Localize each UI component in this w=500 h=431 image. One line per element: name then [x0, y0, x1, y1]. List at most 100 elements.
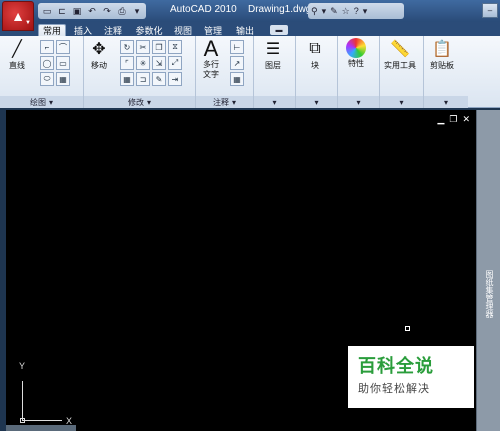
chevron-down-icon: ▾ — [314, 97, 319, 107]
circle-icon[interactable]: ◯ — [40, 56, 54, 70]
block-icon: ⧉ — [309, 40, 321, 57]
star-icon[interactable]: ☆ — [342, 6, 350, 17]
drawing-window-controls: ▁ ❐ ✕ — [437, 114, 470, 125]
sheet-set-label: 图纸集管理器 — [485, 270, 494, 318]
modify-tools: ↻ ✂ ❐ ⧖ ⌜ ✳ ⇲ ⤢ ▦ ⊐ ✎ ⇥ — [120, 40, 182, 86]
layers-label: 图层 — [265, 61, 281, 70]
close-icon[interactable]: ✕ — [462, 114, 470, 125]
mtext-button[interactable]: A 多行 文字 — [200, 36, 222, 80]
draw-panel-label: 绘图 — [29, 97, 46, 107]
properties-label: 特性 — [348, 59, 364, 68]
line-label: 直线 — [9, 61, 25, 70]
mtext-icon: A — [203, 36, 219, 61]
print-icon[interactable]: ⎙ — [116, 5, 128, 17]
minimize-icon[interactable]: – — [482, 3, 498, 18]
array-icon[interactable]: ▦ — [120, 72, 134, 86]
scale-icon[interactable]: ⤢ — [168, 56, 182, 70]
annotation-panel-title[interactable]: 注释 ▾ — [196, 96, 253, 108]
annotation-panel-label: 注释 — [212, 97, 229, 107]
open-icon[interactable]: ⊏ — [56, 5, 68, 17]
utilities-dropdown[interactable]: ▾ — [380, 96, 423, 108]
line-button[interactable]: ╱ 直线 — [6, 38, 28, 71]
copy-icon[interactable]: ❐ — [152, 40, 166, 54]
tab-view[interactable]: 视图 — [170, 24, 196, 36]
chevron-down-icon[interactable]: ▾ — [322, 6, 327, 17]
properties-button[interactable]: 特性 — [346, 38, 366, 69]
properties-panel: 特性 ▾ — [338, 36, 380, 108]
chevron-down-icon: ▾ — [146, 97, 151, 107]
rotate-icon[interactable]: ↻ — [120, 40, 134, 54]
pickbox-cursor — [405, 326, 410, 331]
tab-insert[interactable]: 插入 — [70, 24, 96, 36]
redo-icon[interactable]: ↷ — [101, 5, 113, 17]
extend-icon[interactable]: ⇥ — [168, 72, 182, 86]
clipboard-button[interactable]: 📋 剪贴板 — [430, 38, 454, 71]
tab-home[interactable]: 常用 — [38, 24, 66, 36]
ucs-icon: Y X — [14, 361, 72, 426]
clipboard-dropdown[interactable]: ▾ — [424, 96, 468, 108]
tab-manage[interactable]: 管理 — [200, 24, 226, 36]
title-bar: ▲ ▼ ▭ ⊏ ▣ ↶ ↷ ⎙ ▾ AutoCAD 2010 Drawing1.… — [0, 0, 500, 31]
minimize-ribbon-button[interactable]: ▬ — [270, 25, 288, 35]
ellipse-icon[interactable]: ⬭ — [40, 72, 54, 86]
minimize-icon[interactable]: ▁ — [437, 114, 444, 125]
chevron-down-icon[interactable]: ▾ — [363, 6, 368, 17]
annotation-panel: A 多行 文字 ⊢ ↗ ▦ 注释 ▾ — [196, 36, 254, 108]
utilities-label: 实用工具 — [384, 61, 416, 70]
watermark: 百科全说 助你轻松解决 — [348, 346, 474, 408]
draw-tools: ⌐ ⌒ ◯ ▭ ⬭ ▦ — [40, 40, 70, 86]
modify-panel-label: 修改 — [127, 97, 144, 107]
undo-icon[interactable]: ↶ — [86, 5, 98, 17]
modify-panel: ✥ 移动 ↻ ✂ ❐ ⧖ ⌜ ✳ ⇲ ⤢ ▦ ⊐ ✎ ⇥ 修改 ▾ — [84, 36, 196, 108]
clipboard-icon: 📋 — [432, 41, 452, 58]
ucs-y-label: Y — [19, 361, 26, 371]
hatch-icon[interactable]: ▦ — [56, 72, 70, 86]
tools-icon[interactable]: ✎ — [330, 6, 338, 17]
stretch-icon[interactable]: ⇲ — [152, 56, 166, 70]
chevron-down-icon: ▾ — [231, 97, 236, 107]
properties-dropdown[interactable]: ▾ — [338, 96, 379, 108]
utilities-button[interactable]: 📏 实用工具 — [384, 38, 416, 71]
layers-panel: ☰ 图层 ▾ — [254, 36, 296, 108]
tab-parametric[interactable]: 参数化 — [130, 24, 168, 36]
dimension-icon[interactable]: ⊢ — [230, 40, 244, 54]
block-dropdown[interactable]: ▾ — [296, 96, 337, 108]
block-button[interactable]: ⧉ 块 — [304, 38, 326, 71]
ucs-y-axis — [22, 381, 23, 421]
explode-icon[interactable]: ✳ — [136, 56, 150, 70]
polyline-icon[interactable]: ⌐ — [40, 40, 54, 54]
chevron-down-icon: ▾ — [272, 97, 277, 107]
chevron-down-icon: ▾ — [443, 97, 448, 107]
rectangle-icon[interactable]: ▭ — [56, 56, 70, 70]
binoculars-icon[interactable]: ⚲ — [311, 6, 318, 17]
tab-output[interactable]: 输出 — [232, 24, 258, 36]
save-icon[interactable]: ▣ — [71, 5, 83, 17]
infocenter: ⚲ ▾ ✎ ☆ ? ▾ — [308, 3, 404, 19]
app-title: AutoCAD 2010 — [170, 4, 237, 15]
qat-dropdown-icon[interactable]: ▾ — [131, 5, 143, 17]
fillet-icon[interactable]: ⌜ — [120, 56, 134, 70]
restore-icon[interactable]: ❐ — [449, 114, 457, 125]
tab-annotate[interactable]: 注释 — [100, 24, 126, 36]
table-icon[interactable]: ▦ — [230, 72, 244, 86]
layout-tabs-edge — [6, 425, 76, 431]
ucs-x-axis — [22, 420, 62, 421]
erase-icon[interactable]: ✎ — [152, 72, 166, 86]
block-label: 块 — [311, 61, 319, 70]
help-icon[interactable]: ? — [354, 6, 359, 16]
move-button[interactable]: ✥ 移动 — [88, 38, 110, 71]
draw-panel-title[interactable]: 绘图 ▾ — [0, 96, 83, 108]
application-menu-button[interactable]: ▲ ▼ — [2, 1, 34, 31]
trim-icon[interactable]: ✂ — [136, 40, 150, 54]
move-label: 移动 — [91, 61, 107, 70]
offset-icon[interactable]: ⊐ — [136, 72, 150, 86]
leader-icon[interactable]: ↗ — [230, 56, 244, 70]
layers-dropdown[interactable]: ▾ — [254, 96, 295, 108]
arc-icon[interactable]: ⌒ — [56, 40, 70, 54]
block-panel: ⧉ 块 ▾ — [296, 36, 338, 108]
layers-button[interactable]: ☰ 图层 — [262, 38, 284, 71]
mirror-icon[interactable]: ⧖ — [168, 40, 182, 54]
modify-panel-title[interactable]: 修改 ▾ — [84, 96, 195, 108]
sheet-set-palette[interactable]: 图纸集管理器 — [476, 110, 500, 431]
new-icon[interactable]: ▭ — [41, 5, 53, 17]
